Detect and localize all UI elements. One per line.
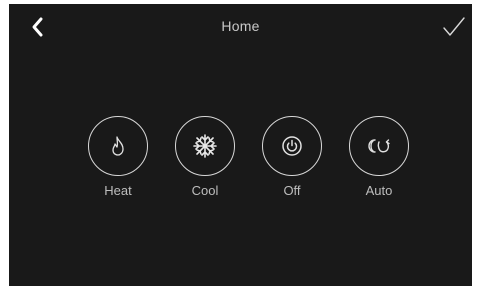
mode-heat-button[interactable]: Heat: [78, 116, 158, 198]
mode-cool-button[interactable]: Cool: [165, 116, 245, 198]
mode-auto-ring: [349, 116, 409, 176]
confirm-button[interactable]: [441, 15, 467, 39]
snowflake-icon: [193, 134, 217, 158]
flame-icon: [112, 136, 124, 156]
mode-off-button[interactable]: Off: [252, 116, 332, 198]
mode-cool-ring: [175, 116, 235, 176]
header-bar: Home: [9, 4, 472, 48]
mode-auto-label: Auto: [365, 183, 393, 198]
page-title: Home: [221, 18, 260, 34]
power-icon: [282, 136, 302, 156]
mode-auto-button[interactable]: Auto: [339, 116, 419, 198]
mode-heat-label: Heat: [104, 183, 132, 198]
checkmark-icon: [443, 17, 465, 36]
mode-cool-label: Cool: [191, 183, 219, 198]
auto-cycle-icon: [368, 139, 390, 153]
mode-selector: Heat Cool Off Auto: [9, 116, 472, 216]
thermostat-screen: Home Heat Cool Off Auto: [9, 4, 472, 286]
mode-off-ring: [262, 116, 322, 176]
mode-off-label: Off: [283, 183, 301, 198]
mode-heat-ring: [88, 116, 148, 176]
